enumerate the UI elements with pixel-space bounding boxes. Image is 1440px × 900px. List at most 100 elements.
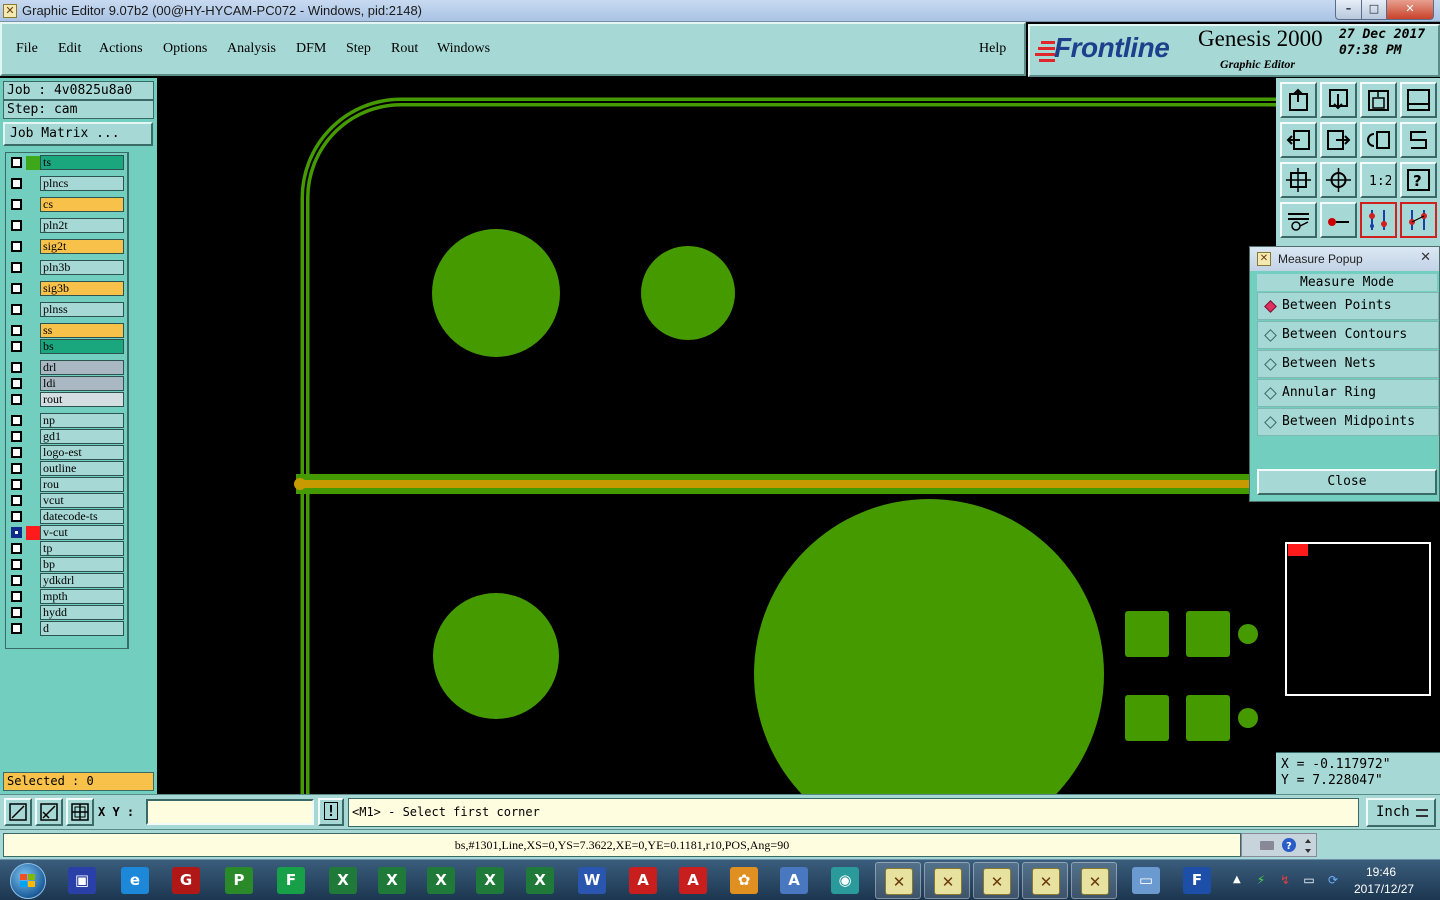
- taskbar-app-button[interactable]: ✿: [721, 862, 767, 899]
- taskbar-app-button[interactable]: X: [418, 862, 464, 899]
- layer-row-ydkdrl[interactable]: ydkdrl: [6, 573, 129, 589]
- layer-name[interactable]: datecode-ts: [40, 509, 124, 524]
- layer-checkbox[interactable]: [11, 447, 22, 458]
- layer-checkbox[interactable]: [11, 262, 22, 273]
- taskbar-app-button[interactable]: ✕: [924, 862, 970, 899]
- close-icon[interactable]: ✕: [1420, 247, 1431, 269]
- round-pad[interactable]: [432, 229, 560, 357]
- taskbar-app-button[interactable]: X: [369, 862, 415, 899]
- redraw-button[interactable]: [1400, 122, 1437, 158]
- menu-rout[interactable]: Rout: [391, 41, 418, 57]
- layer-row-plnss[interactable]: plnss: [6, 302, 129, 318]
- round-pad[interactable]: [433, 593, 559, 719]
- taskbar-app-button[interactable]: ▭: [1123, 862, 1169, 899]
- layer-name[interactable]: sig2t: [40, 239, 124, 254]
- taskbar-app-button[interactable]: A: [670, 862, 716, 899]
- grid-snap-button[interactable]: [66, 798, 94, 826]
- square-pad[interactable]: [1125, 695, 1169, 741]
- layer-name[interactable]: mpth: [40, 589, 124, 604]
- layer-checkbox[interactable]: [11, 178, 22, 189]
- snap-edit-button[interactable]: [35, 798, 63, 826]
- layer-checkbox[interactable]: [11, 341, 22, 352]
- layer-checkbox[interactable]: [11, 283, 22, 294]
- layer-checkbox[interactable]: [11, 479, 22, 490]
- taskbar-app-button[interactable]: ▣: [59, 862, 105, 899]
- measure-close-button[interactable]: Close: [1257, 469, 1437, 495]
- layer-checkbox[interactable]: [11, 463, 22, 474]
- usb-tray-icon[interactable]: ↯: [1277, 872, 1293, 888]
- taskbar-app-button[interactable]: ✕: [973, 862, 1019, 899]
- layer-row-datecode-ts[interactable]: datecode-ts: [6, 509, 129, 525]
- zoom-fit-button[interactable]: [1280, 162, 1317, 198]
- layer-scroll-strip[interactable]: [128, 152, 153, 649]
- taskbar-app-button[interactable]: ✕: [1022, 862, 1068, 899]
- layer-checkbox[interactable]: [11, 157, 22, 168]
- layer-checkbox[interactable]: [11, 591, 22, 602]
- layer-name[interactable]: ldi: [40, 376, 124, 391]
- menu-edit[interactable]: Edit: [58, 41, 81, 57]
- layer-name[interactable]: pln2t: [40, 218, 124, 233]
- measure-mode-option[interactable]: Between Midpoints: [1257, 408, 1439, 436]
- layer-name[interactable]: rou: [40, 477, 124, 492]
- layer-name[interactable]: hydd: [40, 605, 124, 620]
- layer-row-hydd[interactable]: hydd: [6, 605, 129, 621]
- layer-name[interactable]: rout: [40, 392, 124, 407]
- menu-options[interactable]: Options: [163, 41, 207, 57]
- layer-name[interactable]: tp: [40, 541, 124, 556]
- layer-name[interactable]: pln3b: [40, 260, 124, 275]
- sync-tray-icon[interactable]: ⟳: [1325, 872, 1341, 888]
- layer-checkbox[interactable]: [11, 559, 22, 570]
- layer-checkbox[interactable]: [11, 220, 22, 231]
- square-pad[interactable]: [1186, 611, 1230, 657]
- unit-selector[interactable]: Inch: [1366, 798, 1436, 827]
- layer-checkbox[interactable]: [11, 415, 22, 426]
- vcut-line[interactable]: [303, 480, 1276, 488]
- square-pad[interactable]: [1125, 611, 1169, 657]
- layer-name[interactable]: d: [40, 621, 124, 636]
- layer-row-rou[interactable]: rou: [6, 477, 129, 493]
- menu-analysis[interactable]: Analysis: [227, 41, 276, 57]
- layer-checkbox[interactable]: [11, 241, 22, 252]
- layer-checkbox[interactable]: [11, 495, 22, 506]
- layer-name[interactable]: ydkdrl: [40, 573, 124, 588]
- large-round-pad[interactable]: [754, 499, 1104, 794]
- layer-row-outline[interactable]: outline: [6, 461, 129, 477]
- menu-dfm[interactable]: DFM: [296, 41, 326, 57]
- overview-map[interactable]: [1285, 542, 1431, 696]
- net-compare-button[interactable]: [1400, 202, 1437, 238]
- layer-row-rout[interactable]: rout: [6, 392, 129, 408]
- layer-checkbox[interactable]: [11, 304, 22, 315]
- layer-checkbox[interactable]: [11, 511, 22, 522]
- layer-name[interactable]: v-cut: [40, 525, 124, 540]
- menu-step[interactable]: Step: [346, 41, 371, 57]
- taskbar-app-button[interactable]: G: [163, 862, 209, 899]
- taskbar-app-button[interactable]: W: [569, 862, 615, 899]
- taskbar-app-button[interactable]: X: [517, 862, 563, 899]
- measure-mode-option[interactable]: Between Nets: [1257, 350, 1439, 378]
- probe-tool-button[interactable]: [1320, 202, 1357, 238]
- tray-expand-icon[interactable]: ▲: [1233, 874, 1241, 885]
- maximize-button[interactable]: □: [1361, 0, 1387, 20]
- measure-popup-titlebar[interactable]: ✕ Measure Popup ✕: [1250, 247, 1439, 271]
- pan-right-button[interactable]: [1320, 122, 1357, 158]
- layer-checkbox[interactable]: [11, 378, 22, 389]
- square-pad[interactable]: [1186, 695, 1230, 741]
- layer-row-pln2t[interactable]: pln2t: [6, 218, 129, 234]
- snap-mode-button[interactable]: [4, 798, 32, 826]
- layer-name[interactable]: drl: [40, 360, 124, 375]
- taskbar-app-button[interactable]: ✕: [875, 862, 921, 899]
- small-round-pad[interactable]: [1238, 624, 1258, 644]
- layer-checkbox[interactable]: [11, 623, 22, 634]
- round-pad[interactable]: [641, 246, 735, 340]
- menu-help[interactable]: Help: [979, 41, 1006, 57]
- taskbar-app-button[interactable]: X: [320, 862, 366, 899]
- close-window-button[interactable]: ✕: [1386, 0, 1434, 20]
- taskbar-app-button[interactable]: P: [216, 862, 262, 899]
- menu-windows[interactable]: Windows: [437, 41, 490, 57]
- layer-name[interactable]: ts: [40, 155, 124, 170]
- measure-mode-option[interactable]: Between Points: [1257, 292, 1439, 320]
- monitor-tray-icon[interactable]: ▭: [1301, 872, 1317, 888]
- taskbar-app-button[interactable]: X: [467, 862, 513, 899]
- measure-mode-option[interactable]: Between Contours: [1257, 321, 1439, 349]
- warning-button[interactable]: !: [318, 798, 344, 826]
